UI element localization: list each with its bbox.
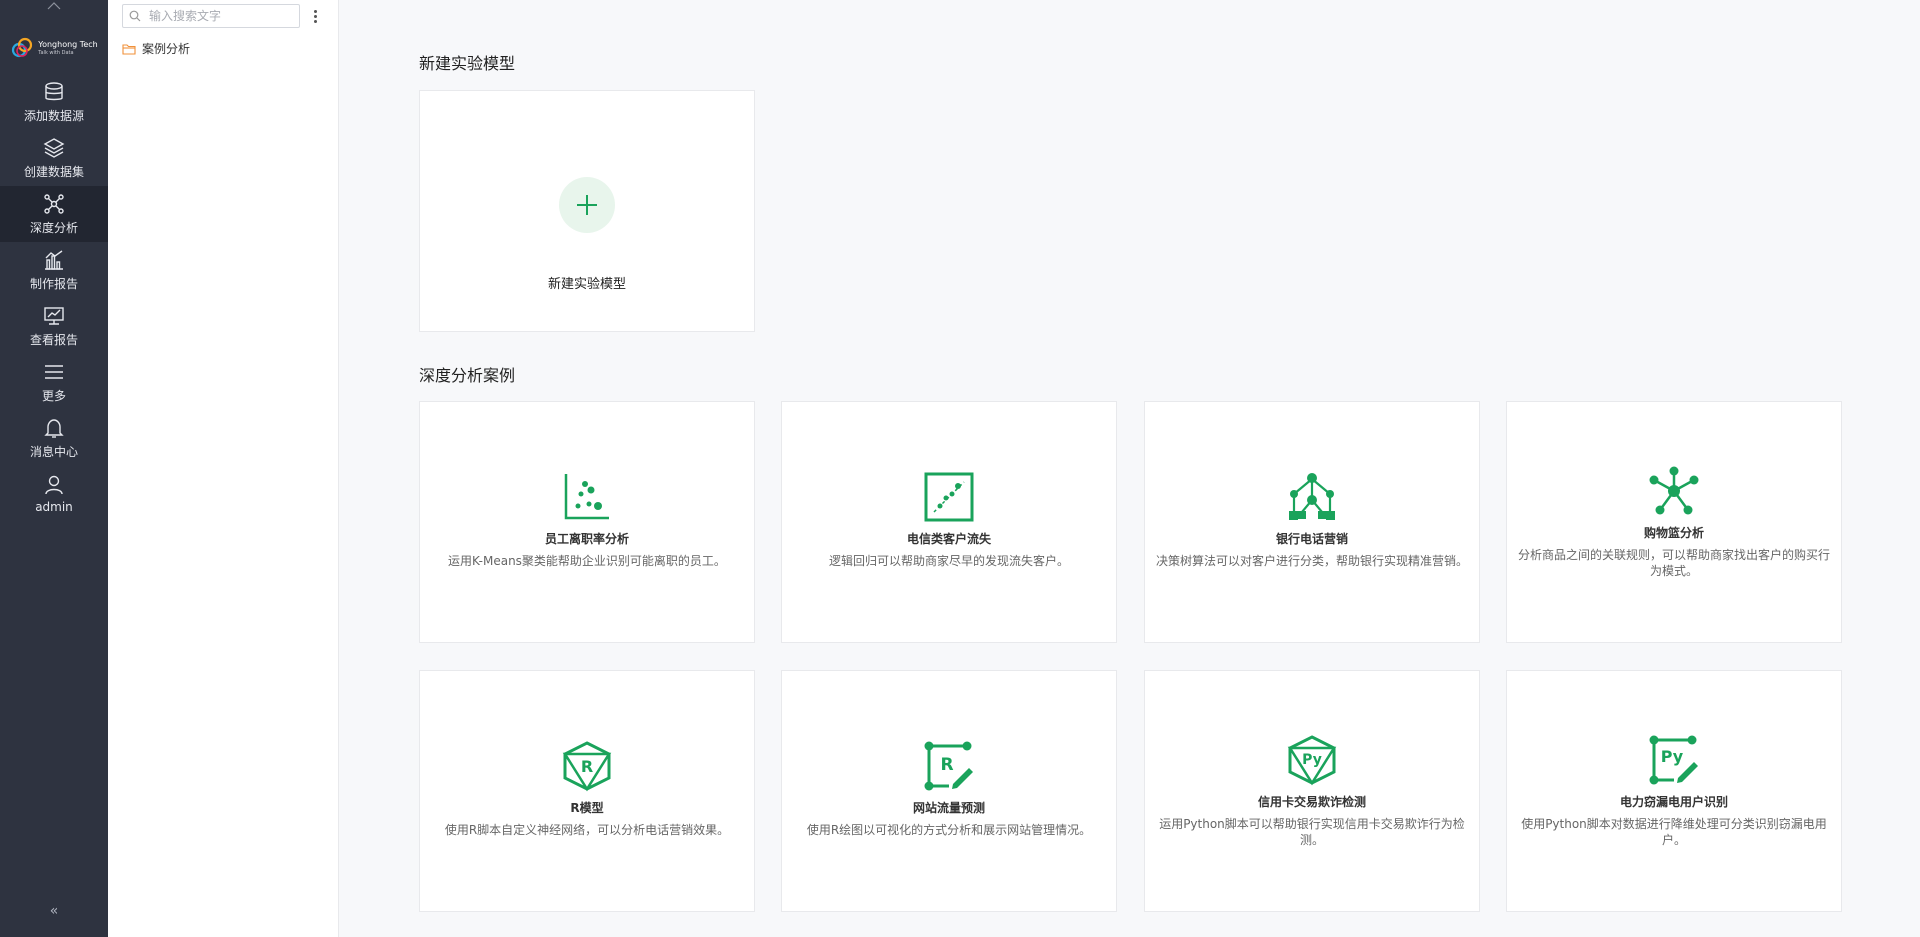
case-description: 逻辑回归可以帮助商家尽早的发现流失客户。 bbox=[828, 554, 1069, 568]
layers-icon bbox=[43, 137, 65, 158]
brand-name: Yonghong Tech bbox=[38, 39, 98, 49]
case-description: 运用K-Means聚类能帮助企业识别可能离职的员工。 bbox=[448, 554, 726, 568]
main-content: 新建实验模型 新建实验模型 深度分析案例 员工离职率分析 运用K-Means聚类… bbox=[419, 0, 1920, 937]
case-title: 员工离职率分析 bbox=[544, 532, 629, 546]
case-description: 决策树算法可以对客户进行分类，帮助银行实现精准营销。 bbox=[1156, 554, 1469, 568]
new-model-card[interactable]: 新建实验模型 bbox=[419, 90, 755, 332]
nav-item-label: 制作报告 bbox=[29, 276, 78, 291]
case-description: 分析商品之间的关联规则，可以帮助商家找出客户的购买行为模式。 bbox=[1518, 548, 1831, 578]
case-description: 运用Python脚本可以帮助银行实现信用卡交易欺诈行为检测。 bbox=[1159, 817, 1465, 847]
new-model-card-label: 新建实验模型 bbox=[547, 277, 626, 292]
monitor-chart-icon bbox=[44, 306, 64, 325]
nav-item-label: 添加数据源 bbox=[23, 108, 84, 123]
tree-panel: 案例分析 bbox=[108, 0, 339, 937]
nav-item-make-report[interactable]: 制作报告 bbox=[0, 242, 108, 298]
brand-logo: Yonghong Tech Talk with Data bbox=[0, 26, 108, 70]
search-icon bbox=[129, 10, 141, 22]
tree-folder-case-analysis[interactable]: 案例分析 bbox=[108, 28, 338, 57]
case-card-r-model[interactable]: R R模型 使用R脚本自定义神经网络，可以分析电话营销效果。 bbox=[419, 670, 755, 912]
nav-item-more[interactable]: 更多 bbox=[0, 354, 108, 410]
svg-text:Py: Py bbox=[1661, 747, 1684, 766]
r-model-icon: R bbox=[562, 741, 612, 792]
scatter-plot-icon bbox=[564, 474, 609, 520]
case-card-basket-analysis[interactable]: 购物篮分析 分析商品之间的关联规则，可以帮助商家找出客户的购买行为模式。 bbox=[1506, 401, 1842, 643]
regression-icon bbox=[924, 472, 974, 522]
bell-icon bbox=[44, 418, 64, 438]
svg-text:R: R bbox=[581, 757, 593, 776]
collapse-nav-button[interactable]: « bbox=[0, 903, 108, 919]
main-nav: Yonghong Tech Talk with Data 添加数据源 创建数据集… bbox=[0, 0, 108, 937]
nav-item-label: 消息中心 bbox=[29, 444, 78, 459]
nav-item-user[interactable]: admin bbox=[0, 466, 108, 522]
case-title: R模型 bbox=[570, 801, 604, 815]
menu-icon bbox=[45, 364, 63, 379]
search-input[interactable] bbox=[147, 8, 291, 24]
chevron-up-icon bbox=[47, 2, 61, 10]
user-icon bbox=[45, 475, 63, 495]
nav-item-create-dataset[interactable]: 创建数据集 bbox=[0, 130, 108, 186]
case-title: 信用卡交易欺诈检测 bbox=[1257, 795, 1366, 809]
case-card-fraud-detection[interactable]: Py 信用卡交易欺诈检测 运用Python脚本可以帮助银行实现信用卡交易欺诈行为… bbox=[1144, 670, 1480, 912]
nav-item-add-datasource[interactable]: 添加数据源 bbox=[0, 74, 108, 130]
database-icon bbox=[45, 81, 63, 100]
bar-chart-icon bbox=[45, 249, 63, 270]
case-card-bank-telemarketing[interactable]: 银行电话营销 决策树算法可以对客户进行分类，帮助银行实现精准营销。 bbox=[1144, 401, 1480, 643]
tree-folder-label: 案例分析 bbox=[142, 42, 191, 56]
case-title: 购物篮分析 bbox=[1643, 526, 1704, 540]
case-card-power-theft[interactable]: Py 电力窃漏电用户识别 使用Python脚本对数据进行降维处理可分类识别窃漏电… bbox=[1506, 670, 1842, 912]
case-title: 网站流量预测 bbox=[912, 801, 985, 815]
collapse-up-button[interactable] bbox=[0, 0, 108, 12]
nav-item-messages[interactable]: 消息中心 bbox=[0, 410, 108, 466]
search-box bbox=[122, 4, 300, 28]
brand-tagline: Talk with Data bbox=[38, 49, 74, 56]
python-edit-icon: Py bbox=[1649, 735, 1698, 785]
nav-item-label: 查看报告 bbox=[29, 332, 78, 347]
case-title: 电力窃漏电用户识别 bbox=[1619, 795, 1728, 809]
case-card-employee-turnover[interactable]: 员工离职率分析 运用K-Means聚类能帮助企业识别可能离职的员工。 bbox=[419, 401, 755, 643]
folder-icon bbox=[122, 43, 136, 55]
plus-icon bbox=[559, 177, 615, 233]
network-nodes-icon bbox=[44, 193, 64, 214]
r-plot-icon: R bbox=[924, 741, 973, 791]
logo-rings-icon bbox=[12, 37, 33, 58]
more-options-icon[interactable] bbox=[312, 9, 318, 23]
case-description: 使用R脚本自定义神经网络，可以分析电话营销效果。 bbox=[444, 823, 730, 837]
case-description: 使用Python脚本对数据进行降维处理可分类识别窃漏电用户。 bbox=[1521, 817, 1827, 847]
svg-text:Py: Py bbox=[1302, 752, 1322, 768]
new-model-section-title: 新建实验模型 bbox=[419, 54, 516, 73]
case-card-telecom-churn[interactable]: 电信类客户流失 逻辑回归可以帮助商家尽早的发现流失客户。 bbox=[781, 401, 1117, 643]
case-title: 电信类客户流失 bbox=[906, 532, 991, 546]
nav-item-deep-analysis[interactable]: 深度分析 bbox=[0, 186, 108, 242]
svg-text:R: R bbox=[940, 755, 953, 775]
nav-item-label: 创建数据集 bbox=[23, 164, 84, 179]
case-title: 银行电话营销 bbox=[1275, 532, 1348, 546]
association-icon bbox=[1649, 466, 1699, 515]
decision-tree-icon bbox=[1289, 473, 1335, 520]
nav-item-label: 更多 bbox=[41, 388, 66, 403]
nav-item-view-report[interactable]: 查看报告 bbox=[0, 298, 108, 354]
case-card-traffic-forecast[interactable]: R 网站流量预测 使用R绘图以可视化的方式分析和展示网站管理情况。 bbox=[781, 670, 1117, 912]
python-model-icon: Py bbox=[1287, 735, 1337, 786]
case-description: 使用R绘图以可视化的方式分析和展示网站管理情况。 bbox=[806, 823, 1092, 837]
nav-item-label: 深度分析 bbox=[29, 220, 78, 235]
cases-section-title: 深度分析案例 bbox=[419, 366, 516, 385]
nav-item-label: admin bbox=[35, 500, 73, 514]
